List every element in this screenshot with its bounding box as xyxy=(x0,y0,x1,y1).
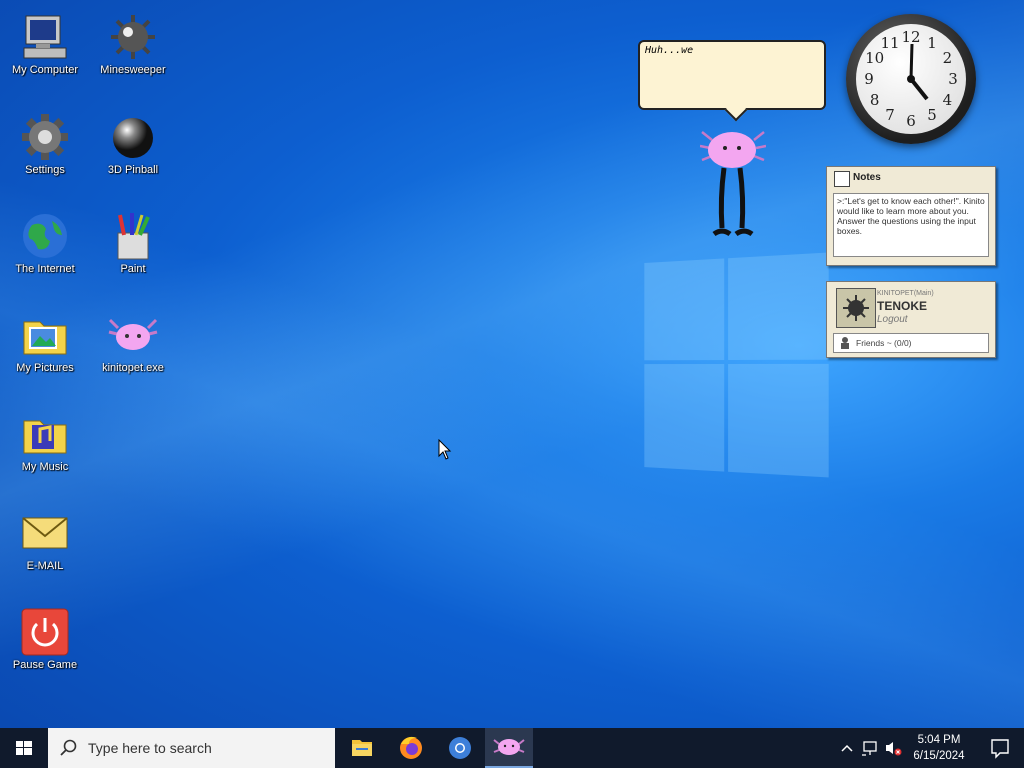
clock-numeral: 12 xyxy=(901,28,921,46)
file-explorer-icon xyxy=(352,740,372,756)
analog-clock: 12 1 2 3 4 5 6 7 8 9 10 11 xyxy=(846,14,976,144)
pictures-folder-icon xyxy=(20,310,70,360)
pinball-icon xyxy=(108,112,158,162)
speech-text: Huh...we xyxy=(645,45,694,56)
profile-subtitle: KINITOPET(Main) xyxy=(877,290,934,297)
mine-icon xyxy=(108,12,158,62)
icon-label: E-MAIL xyxy=(26,560,64,572)
desktop-icon-my-computer[interactable]: My Computer xyxy=(0,6,90,96)
notification-icon xyxy=(991,739,1009,759)
notes-body[interactable]: >:"Let's get to know each other!". Kinit… xyxy=(833,193,989,257)
profile-username: TENOKE xyxy=(877,299,928,313)
icon-label: My Pictures xyxy=(16,362,74,374)
axolotl-icon xyxy=(108,310,158,360)
icon-label: Settings xyxy=(25,164,65,176)
avatar xyxy=(836,288,876,328)
kinitopet-icon xyxy=(493,739,525,755)
power-icon xyxy=(20,607,70,657)
notes-title: Notes xyxy=(853,172,881,183)
taskbar-firefox[interactable] xyxy=(387,728,435,768)
desktop-icon-3d-pinball[interactable]: 3D Pinball xyxy=(88,106,178,196)
clock-numeral: 5 xyxy=(927,106,937,125)
taskbar-time: 5:04 PM xyxy=(917,734,961,746)
icon-label: Paint xyxy=(120,263,146,275)
pet-speech-bubble: Huh...we xyxy=(638,40,826,110)
desktop-icon-kinitopet[interactable]: kinitopet.exe xyxy=(88,304,178,394)
taskbar-file-explorer[interactable] xyxy=(338,728,386,768)
computer-icon xyxy=(20,12,70,62)
windows-start-icon xyxy=(16,741,32,755)
chrome-icon xyxy=(449,737,471,759)
desktop-icon-my-pictures[interactable]: My Pictures xyxy=(0,304,90,394)
system-tray xyxy=(836,728,906,768)
chevron-up-icon xyxy=(841,744,853,752)
taskbar-chrome[interactable] xyxy=(436,728,484,768)
taskbar-clock[interactable]: 5:04 PM 6/15/2024 xyxy=(904,732,974,764)
gear-icon xyxy=(20,112,70,162)
firefox-icon xyxy=(400,736,422,759)
desktop-icon-email[interactable]: E-MAIL xyxy=(0,502,90,592)
search-placeholder: Type here to search xyxy=(88,740,212,756)
desktop-icon-paint[interactable]: Paint xyxy=(88,205,178,295)
clock-numeral: 8 xyxy=(869,91,880,109)
desktop-icon-my-music[interactable]: My Music xyxy=(0,403,90,493)
network-icon xyxy=(862,741,877,756)
friends-bar[interactable]: Friends ~ (0/0) xyxy=(833,333,989,353)
friends-label: Friends ~ (0/0) xyxy=(856,338,912,348)
minute-hand xyxy=(909,43,914,80)
start-button[interactable] xyxy=(0,728,48,768)
clock-numeral: 2 xyxy=(942,49,953,67)
note-icon xyxy=(834,171,850,187)
notifications-button[interactable] xyxy=(976,728,1024,768)
desktop-icon-settings[interactable]: Settings xyxy=(0,106,90,196)
icon-label: Pause Game xyxy=(12,659,78,671)
icon-label: Minesweeper xyxy=(100,64,166,76)
desktop-icon-minesweeper[interactable]: Minesweeper xyxy=(88,6,178,96)
clock-numeral: 7 xyxy=(885,106,895,125)
desktop-icon-the-internet[interactable]: The Internet xyxy=(0,205,90,295)
search-icon xyxy=(60,739,77,756)
desktop-icon-pause-game[interactable]: Pause Game xyxy=(0,601,90,691)
clock-face: 12 1 2 3 4 5 6 7 8 9 10 11 xyxy=(856,24,966,134)
taskbar: Type here to search 5:04 PM 6/15/2024 xyxy=(0,728,1024,768)
taskbar-date: 6/15/2024 xyxy=(913,750,965,762)
profile-widget: KINITOPET(Main) TENOKE Logout Friends ~ … xyxy=(826,281,996,358)
notes-widget: Notes >:"Let's get to know each other!".… xyxy=(826,166,996,266)
kinito-pet[interactable] xyxy=(699,120,767,240)
paint-icon xyxy=(108,211,158,261)
clock-numeral: 6 xyxy=(906,112,916,130)
music-folder-icon xyxy=(20,409,70,459)
clock-numeral: 3 xyxy=(948,70,958,88)
volume-muted-icon xyxy=(886,742,902,756)
icon-label: The Internet xyxy=(15,263,75,275)
taskbar-search-box[interactable]: Type here to search xyxy=(48,728,335,768)
icon-label: My Computer xyxy=(11,64,79,76)
clock-numeral: 10 xyxy=(865,49,885,67)
icon-label: 3D Pinball xyxy=(107,164,159,176)
icon-label: My Music xyxy=(21,461,69,473)
clock-numeral: 9 xyxy=(864,70,874,88)
clock-numeral: 11 xyxy=(880,33,900,52)
envelope-icon xyxy=(20,508,70,558)
friend-icon xyxy=(841,337,849,349)
mouse-cursor-icon xyxy=(438,438,452,466)
globe-icon xyxy=(20,211,70,261)
taskbar-kinitopet[interactable] xyxy=(485,728,533,768)
logout-link[interactable]: Logout xyxy=(877,314,908,325)
icon-label: kinitopet.exe xyxy=(102,362,164,374)
windows-logo-wallpaper xyxy=(644,252,829,479)
